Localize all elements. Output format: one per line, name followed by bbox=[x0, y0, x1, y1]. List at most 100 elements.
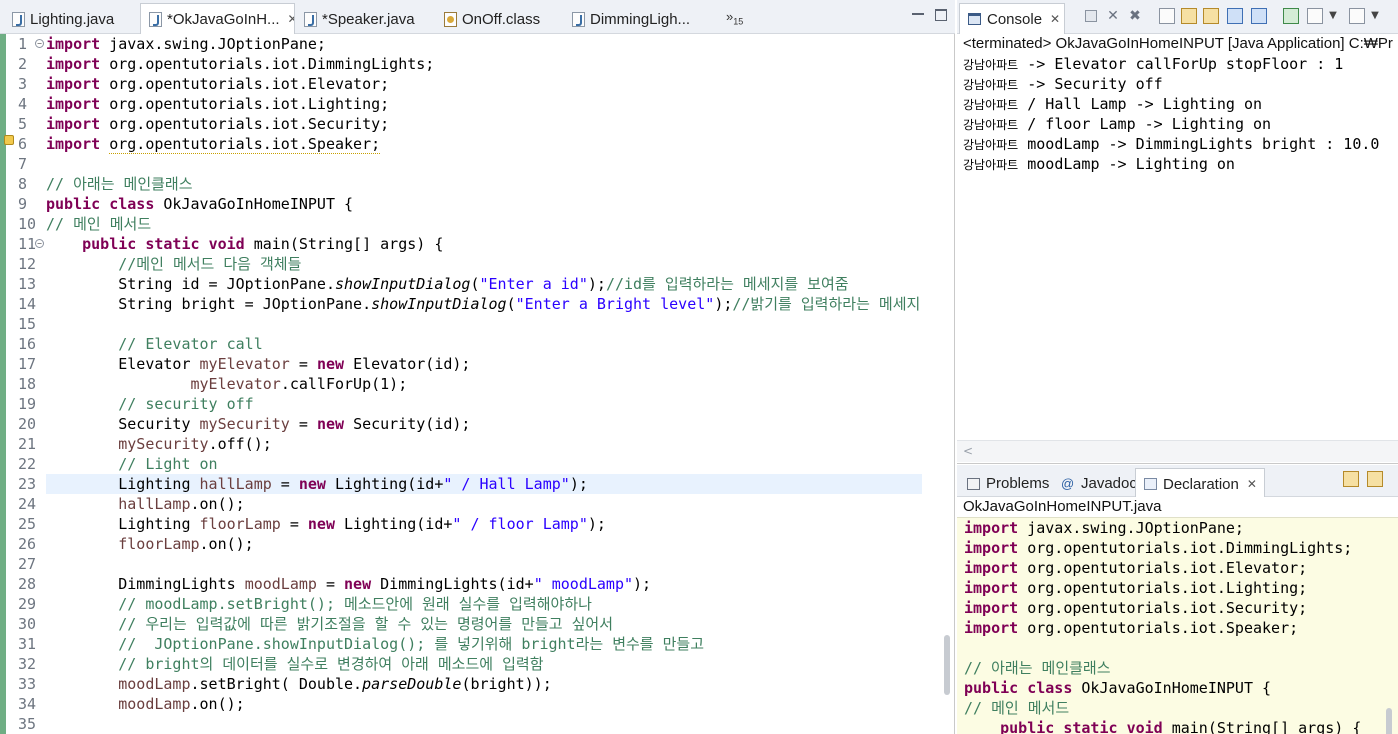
code-line[interactable]: 22 // Light on bbox=[0, 454, 955, 474]
console-line: 강남아파트 / Hall Lamp -> Lighting on bbox=[963, 94, 1262, 114]
maximize-icon[interactable] bbox=[935, 9, 947, 21]
link-with-editor-icon[interactable] bbox=[1343, 471, 1359, 487]
close-icon[interactable]: ✕ bbox=[1247, 477, 1257, 491]
code-line[interactable]: 32 // bright의 데이터를 실수로 변경하여 아래 메소드에 입력함 bbox=[0, 654, 955, 674]
code-line[interactable]: 9 public class OkJavaGoInHomeINPUT { bbox=[0, 194, 955, 214]
code-text: import org.opentutorials.iot.DimmingLigh… bbox=[46, 54, 434, 74]
open-input-icon[interactable] bbox=[1367, 471, 1383, 487]
code-editor[interactable]: Lighting.java *OkJavaGoInH... ✕ *Speaker… bbox=[0, 0, 955, 734]
code-line[interactable]: 15 bbox=[0, 314, 955, 334]
warning-marker-icon[interactable] bbox=[4, 135, 14, 145]
terminate-icon[interactable] bbox=[1085, 10, 1097, 22]
tab-problems[interactable]: Problems bbox=[959, 468, 1057, 499]
tab-label: *OkJavaGoInH... bbox=[167, 10, 280, 28]
remove-launch-icon[interactable]: ✕ bbox=[1105, 8, 1121, 24]
code-line[interactable]: 31 // JOptionPane.showInputDialog(); 를 넣… bbox=[0, 634, 955, 654]
code-line[interactable]: 33 moodLamp.setBright( Double.parseDoubl… bbox=[0, 674, 955, 694]
code-line[interactable]: 11− public static void main(String[] arg… bbox=[0, 234, 955, 254]
code-line[interactable]: 4 import org.opentutorials.iot.Lighting; bbox=[0, 94, 955, 114]
console-output[interactable]: <terminated> OkJavaGoInHomeINPUT [Java A… bbox=[957, 34, 1398, 440]
tab-dimminglights[interactable]: DimmingLigh... bbox=[564, 4, 704, 34]
chevron-down-icon[interactable]: ▼ bbox=[1367, 8, 1383, 24]
code-token: ); bbox=[569, 475, 588, 493]
code-line[interactable]: 34 moodLamp.on(); bbox=[0, 694, 955, 714]
code-token: import bbox=[964, 599, 1028, 617]
remove-all-icon[interactable]: ✖ bbox=[1127, 8, 1143, 24]
code-text: moodLamp.on(); bbox=[46, 694, 244, 714]
code-line[interactable]: 18 myElevator.callForUp(1); bbox=[0, 374, 955, 394]
tab-okjavagoinhome[interactable]: *OkJavaGoInH... ✕ bbox=[140, 3, 295, 34]
tab-label: OnOff.class bbox=[462, 10, 541, 28]
code-line[interactable]: 27 bbox=[0, 554, 955, 574]
code-text-area[interactable]: 1− import javax.swing.JOptionPane; 2 import… bbox=[0, 34, 955, 734]
code-line[interactable]: 5 import org.opentutorials.iot.Security; bbox=[0, 114, 955, 134]
minimize-icon[interactable] bbox=[912, 9, 924, 15]
code-token: " / Hall Lamp" bbox=[443, 475, 570, 493]
code-line[interactable]: 12 //메인 메서드 다음 객체들 bbox=[0, 254, 955, 274]
tab-lighting-java[interactable]: Lighting.java bbox=[4, 4, 139, 34]
display-console-icon[interactable] bbox=[1307, 8, 1323, 24]
code-line[interactable]: 29 // moodLamp.setBright(); 메소드안에 원래 실수를… bbox=[0, 594, 955, 614]
java-file-icon bbox=[149, 11, 162, 27]
code-line[interactable]: 30 // 우리는 입력값에 따른 밝기조절을 할 수 있는 명령어를 만들고 … bbox=[0, 614, 955, 634]
code-token: import bbox=[46, 115, 110, 133]
code-line[interactable]: 3 import org.opentutorials.iot.Elevator; bbox=[0, 74, 955, 94]
declaration-view[interactable]: Problems @ Javadoc Declaration ✕ OkJavaG… bbox=[957, 465, 1398, 734]
show-on-error-icon[interactable] bbox=[1251, 8, 1267, 24]
code-text: // 아래는 메인클래스 bbox=[46, 174, 193, 194]
console-horizontal-scrollbar[interactable]: < bbox=[957, 440, 1398, 462]
code-token: static bbox=[145, 235, 209, 253]
code-token: import bbox=[964, 619, 1028, 637]
code-line[interactable]: 8 // 아래는 메인클래스 bbox=[0, 174, 955, 194]
code-line[interactable]: 13 String id = JOptionPane.showInputDial… bbox=[0, 274, 955, 294]
code-line[interactable]: 10 // 메인 메서드 bbox=[0, 214, 955, 234]
code-line[interactable]: 14 String bright = JOptionPane.showInput… bbox=[0, 294, 955, 314]
code-line[interactable]: 1− import javax.swing.JOptionPane; bbox=[0, 34, 955, 54]
console-line: 강남아파트 / floor Lamp -> Lighting on bbox=[963, 114, 1271, 134]
code-line[interactable]: 20 Security mySecurity = new Security(id… bbox=[0, 414, 955, 434]
code-token: org.opentutorials.iot.DimmingLights; bbox=[1027, 539, 1353, 557]
code-line[interactable]: 2 import org.opentutorials.iot.DimmingLig… bbox=[0, 54, 955, 74]
show-on-output-icon[interactable] bbox=[1227, 8, 1243, 24]
word-wrap-icon[interactable] bbox=[1203, 8, 1219, 24]
tab-declaration[interactable]: Declaration ✕ bbox=[1135, 468, 1265, 499]
code-line[interactable]: 6 import org.opentutorials.iot.Speaker; bbox=[0, 134, 955, 154]
tab-javadoc[interactable]: @ Javadoc bbox=[1053, 468, 1145, 499]
code-line[interactable]: 16 // Elevator call bbox=[0, 334, 955, 354]
tab-overflow-button[interactable]: »15 bbox=[726, 9, 743, 27]
code-line[interactable]: 17 Elevator myElevator = new Elevator(id… bbox=[0, 354, 955, 374]
open-console-icon[interactable] bbox=[1349, 8, 1365, 24]
code-line[interactable]: 24 hallLamp.on(); bbox=[0, 494, 955, 514]
close-icon[interactable]: ✕ bbox=[1050, 12, 1060, 26]
problems-icon bbox=[967, 477, 980, 490]
console-prefix: 강남아파트 bbox=[963, 138, 1019, 152]
fold-toggle-icon[interactable]: − bbox=[35, 239, 44, 248]
code-line[interactable]: 19 // security off bbox=[0, 394, 955, 414]
editor-scrollbar-thumb[interactable] bbox=[944, 635, 950, 695]
code-line[interactable]: 21 mySecurity.off(); bbox=[0, 434, 955, 454]
tab-console[interactable]: Console ✕ bbox=[959, 3, 1065, 34]
pin-console-icon[interactable] bbox=[1283, 8, 1299, 24]
code-token: = bbox=[289, 355, 317, 373]
code-line[interactable]: 28 DimmingLights moodLamp = new DimmingL… bbox=[0, 574, 955, 594]
code-line[interactable]: 35 bbox=[0, 714, 955, 734]
code-line[interactable]: 25 Lighting floorLamp = new Lighting(id+… bbox=[0, 514, 955, 534]
code-line[interactable]: 23 Lighting hallLamp = new Lighting(id+"… bbox=[18, 474, 922, 494]
code-token: org.opentutorials.iot.DimmingLights; bbox=[109, 55, 435, 73]
code-token: " moodLamp" bbox=[533, 575, 634, 593]
tab-speaker-java[interactable]: *Speaker.java bbox=[296, 4, 436, 34]
fold-toggle-icon[interactable]: − bbox=[35, 39, 44, 48]
scroll-left-icon[interactable]: < bbox=[963, 444, 973, 458]
close-icon[interactable]: ✕ bbox=[288, 12, 294, 26]
declaration-line: public class OkJavaGoInHomeINPUT { bbox=[964, 678, 1271, 698]
chevron-down-icon[interactable]: ▼ bbox=[1325, 8, 1341, 24]
declaration-scrollbar-thumb[interactable] bbox=[1386, 708, 1392, 734]
code-token: org.opentutorials.iot.Speaker; bbox=[1027, 619, 1299, 637]
console-view[interactable]: Console ✕ ✕ ✖ ▼ ▼ <terminated> OkJavaGoI… bbox=[957, 0, 1398, 464]
tab-onoff-class[interactable]: OnOff.class bbox=[436, 4, 564, 34]
scroll-lock-icon[interactable] bbox=[1181, 8, 1197, 24]
clear-console-icon[interactable] bbox=[1159, 8, 1175, 24]
code-line[interactable]: 7 bbox=[0, 154, 955, 174]
code-line[interactable]: 26 floorLamp.on(); bbox=[0, 534, 955, 554]
